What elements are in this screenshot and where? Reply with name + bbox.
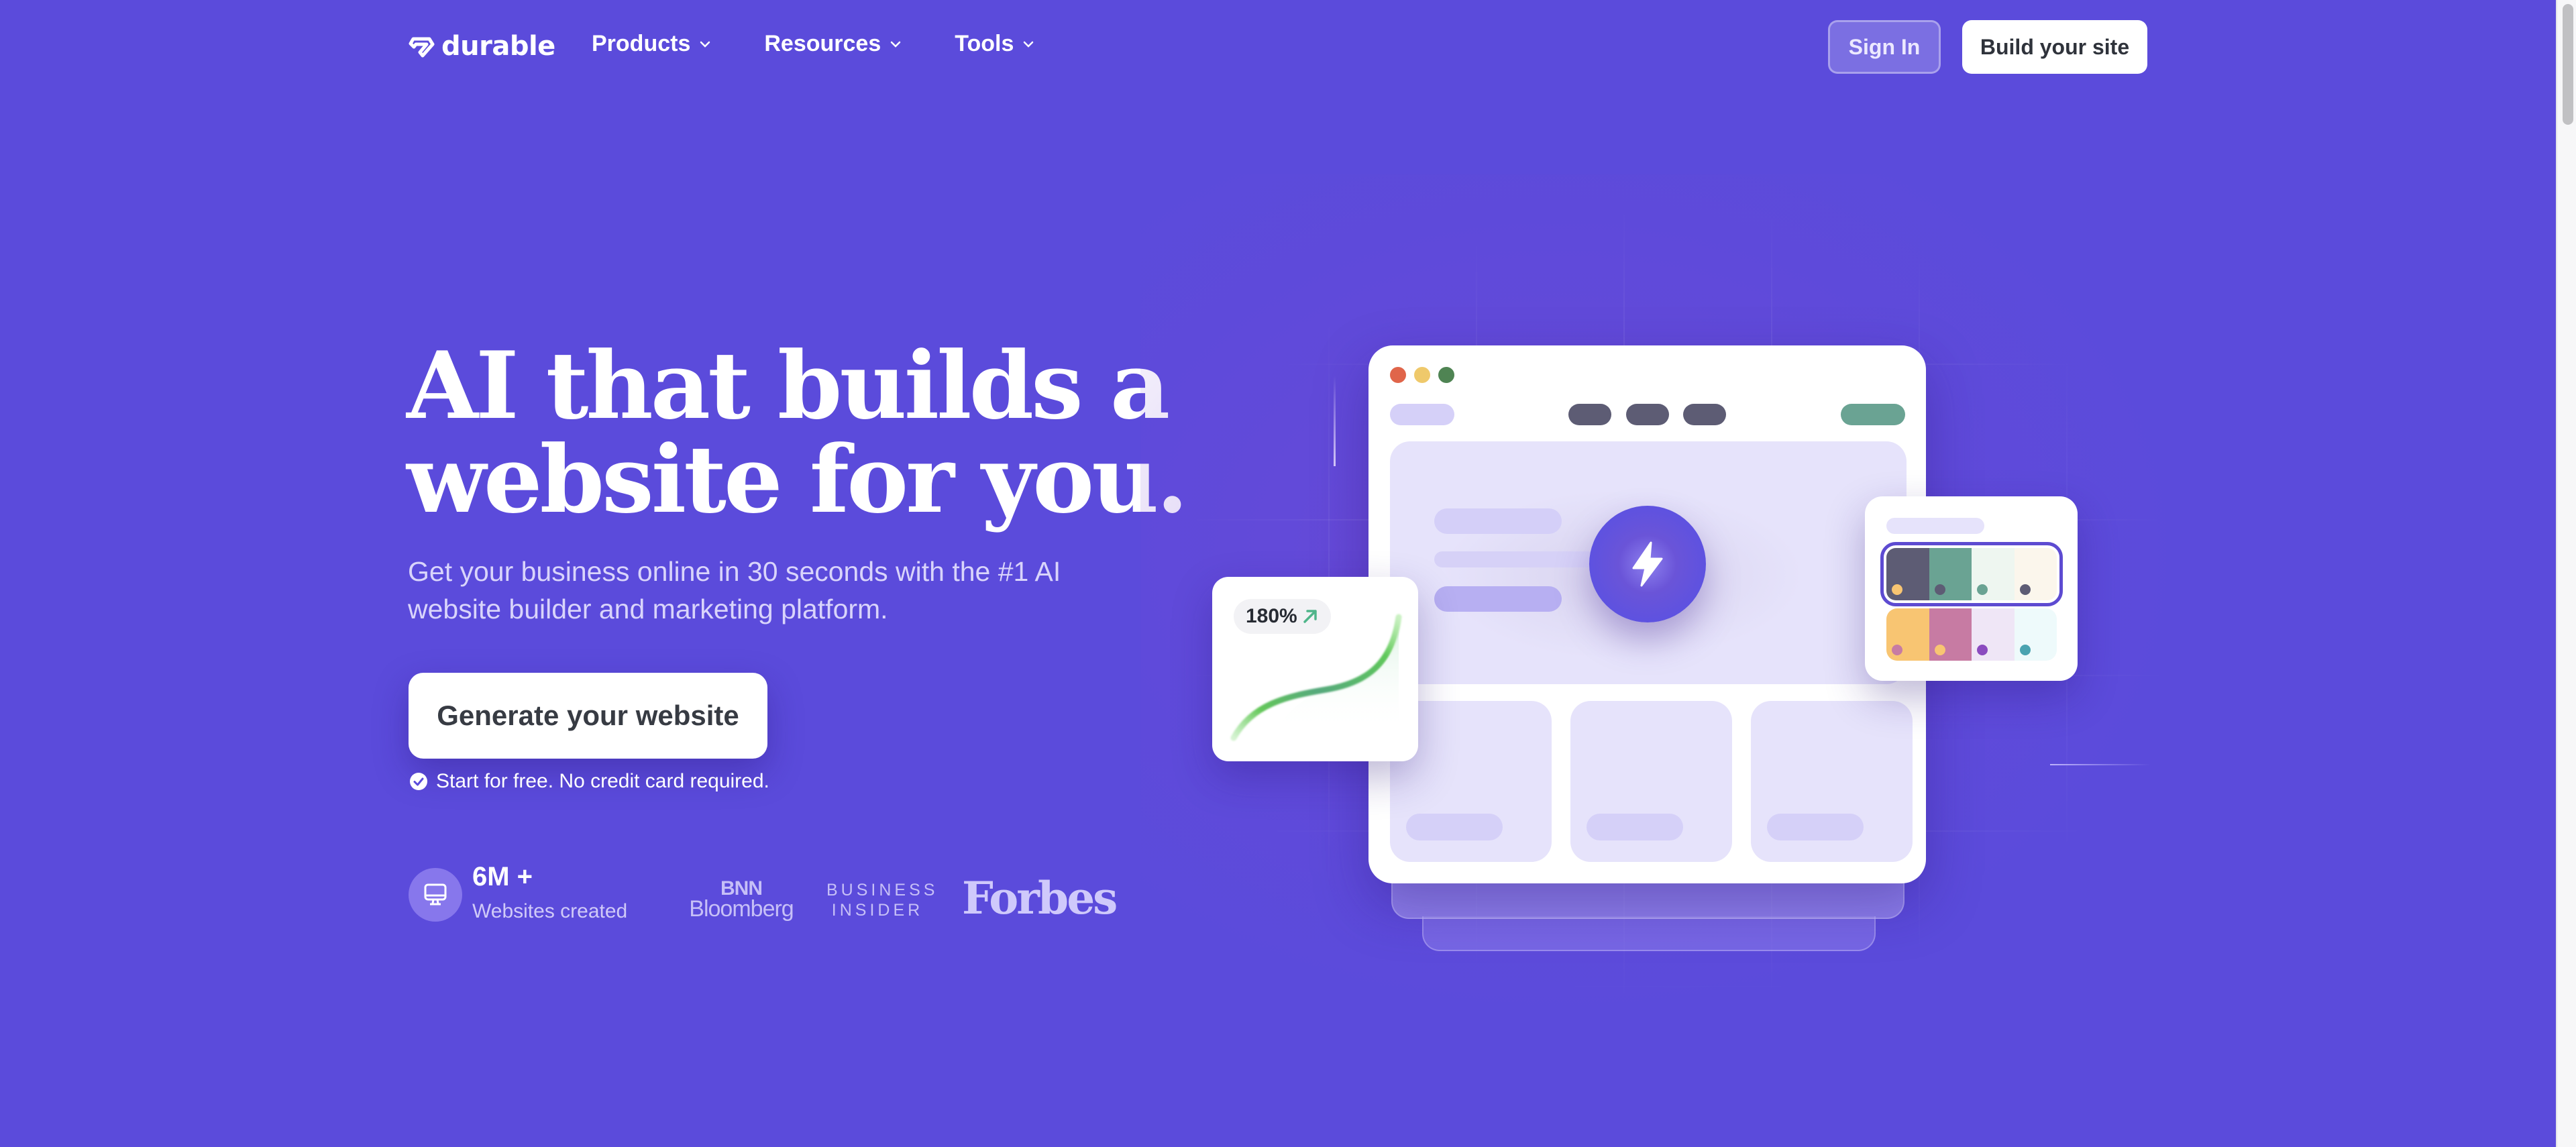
chevron-down-icon <box>890 41 901 48</box>
monitor-icon <box>424 883 447 906</box>
insider-text: INSIDER <box>831 901 924 920</box>
color-palette-card <box>1865 496 2078 681</box>
mock-hero-section <box>1390 441 1907 684</box>
durable-logo-icon <box>409 37 435 58</box>
palette-swatch-dot <box>1892 584 1902 595</box>
palette-swatch <box>2014 608 2057 661</box>
forbes-logo: Forbes <box>962 872 1118 924</box>
build-your-site-button[interactable]: Build your site <box>1962 20 2147 74</box>
headline-line-2: website for you. <box>407 425 1189 534</box>
mock-nav-placeholder <box>1683 404 1726 425</box>
growth-badge: 180% <box>1234 599 1331 634</box>
accent-line-horizontal <box>2050 764 2151 765</box>
mock-nav-placeholder <box>1626 404 1669 425</box>
accent-line-vertical <box>1334 376 1336 466</box>
palette-option-selected[interactable] <box>1880 542 2063 606</box>
palette-swatch <box>1972 608 2015 661</box>
mock-logo-placeholder <box>1390 404 1454 425</box>
mock-card <box>1570 701 1732 862</box>
nav-tools-label: Tools <box>955 31 1014 56</box>
window-controls <box>1390 367 1454 383</box>
scrollbar-thumb[interactable] <box>2563 4 2573 125</box>
palette-swatch-dot <box>1934 584 1945 595</box>
website-preview-window <box>1368 345 1926 883</box>
palette-swatch <box>1929 548 1972 600</box>
check-circle-icon <box>410 773 427 790</box>
chevron-down-icon <box>700 41 710 48</box>
mock-button-placeholder <box>1434 586 1562 612</box>
mock-text-placeholder <box>1434 551 1602 567</box>
page-scrollbar[interactable] <box>2556 0 2576 1147</box>
nav-products[interactable]: Products <box>592 31 712 57</box>
top-nav: durable Products Resources Tools Sign In… <box>0 0 2556 94</box>
palette-swatch-dot <box>2019 584 2031 595</box>
stat-icon-badge <box>409 868 462 922</box>
arrow-up-right-icon <box>1303 610 1317 623</box>
business-insider-logo: BUSINESS INSIDER <box>826 880 934 920</box>
bloomberg-text: Bloomberg <box>689 896 794 922</box>
palette-option[interactable] <box>1886 608 2057 661</box>
page: durable Products Resources Tools Sign In… <box>0 0 2556 1147</box>
mock-heading-placeholder <box>1434 508 1562 534</box>
logo[interactable]: durable <box>408 31 555 62</box>
palette-swatch <box>1929 608 1972 661</box>
palette-swatch <box>1886 608 1929 661</box>
palette-swatch-dot <box>1934 645 1945 655</box>
sign-in-button[interactable]: Sign In <box>1828 20 1941 74</box>
main-nav: Products Resources Tools <box>592 31 1035 57</box>
business-text: BUSINESS <box>826 881 938 899</box>
mock-card-label <box>1587 814 1683 840</box>
palette-swatch <box>1972 548 2015 600</box>
palette-swatch-dot <box>1977 584 1988 595</box>
hero-headline: AI that builds a website for you. <box>407 339 1189 527</box>
websites-created-count: 6M + <box>472 862 533 891</box>
logo-wordmark: durable <box>441 31 555 62</box>
mock-card-label <box>1406 814 1503 840</box>
headline-line-1: AI that builds a <box>407 331 1170 440</box>
nav-tools[interactable]: Tools <box>955 31 1035 57</box>
mock-cta-placeholder <box>1841 404 1905 425</box>
mock-card-row <box>1390 701 1913 862</box>
free-note: Start for free. No credit card required. <box>409 770 769 793</box>
free-note-text: Start for free. No credit card required. <box>436 770 769 792</box>
palette-swatch-dot <box>2019 645 2031 655</box>
nav-resources-label: Resources <box>764 31 881 56</box>
generate-website-button[interactable]: Generate your website <box>409 673 767 759</box>
websites-created-label: Websites created <box>472 900 628 922</box>
window-stack-back <box>1422 916 1876 951</box>
palette-swatch <box>1886 548 1929 600</box>
ai-bolt-badge <box>1589 506 1706 622</box>
palette-swatch-dot <box>1977 645 1988 655</box>
mock-card <box>1751 701 1913 862</box>
mock-nav-placeholder <box>1568 404 1611 425</box>
nav-resources[interactable]: Resources <box>764 31 902 57</box>
palette-swatch <box>2014 548 2057 600</box>
palette-swatch-dot <box>1892 645 1902 655</box>
growth-value: 180% <box>1246 605 1297 627</box>
hero-subheadline: Get your business online in 30 seconds w… <box>408 556 1061 624</box>
bnn-bloomberg-logo: BNN Bloomberg <box>684 879 798 922</box>
window-maximize-dot <box>1438 367 1454 383</box>
window-minimize-dot <box>1414 367 1430 383</box>
palette-title-placeholder <box>1886 518 1984 534</box>
growth-card: 180% <box>1212 577 1418 761</box>
nav-products-label: Products <box>592 31 691 56</box>
lightning-bolt-icon <box>1632 541 1663 587</box>
chevron-down-icon <box>1024 41 1034 48</box>
mock-card-label <box>1767 814 1864 840</box>
window-close-dot <box>1390 367 1406 383</box>
